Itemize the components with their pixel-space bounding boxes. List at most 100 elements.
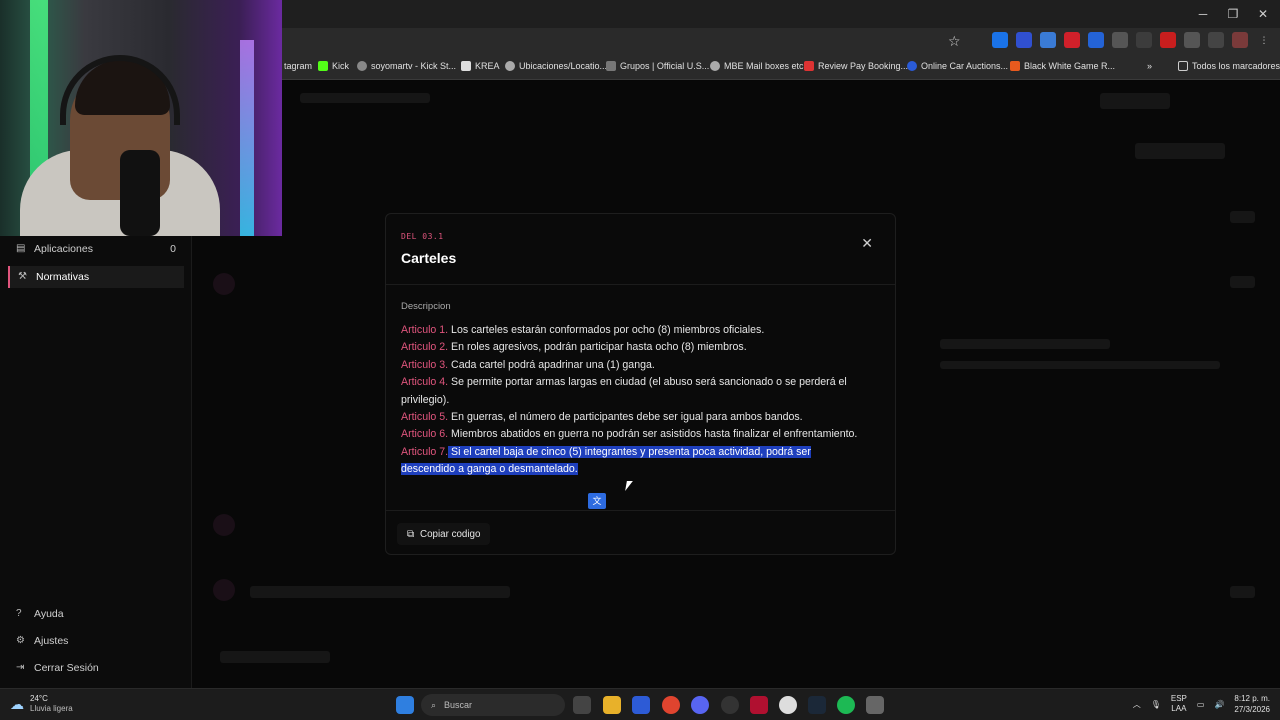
bookmark-item[interactable]: tagram	[284, 61, 312, 71]
article-label: Articulo 5.	[401, 411, 449, 424]
spotify-icon[interactable]	[837, 696, 855, 714]
chrome-icon[interactable]	[662, 696, 680, 714]
background-placeholder	[1230, 276, 1255, 288]
article-label: Articulo 3.	[401, 358, 449, 371]
article-item: Articulo 4. Se permite portar armas larg…	[401, 374, 861, 409]
webcam-overlay	[0, 0, 282, 236]
folder-icon	[1178, 61, 1188, 71]
file-explorer-icon[interactable]	[603, 696, 621, 714]
extension-icon[interactable]	[1136, 32, 1152, 48]
globe-icon	[505, 61, 515, 71]
modal-title: Carteles	[401, 250, 457, 266]
article-item: Articulo 6. Miembros abatidos en guerra …	[401, 426, 861, 443]
bookmark-item[interactable]: Grupos | Official U.S...	[606, 61, 709, 71]
weather-condition: Lluvia ligera	[30, 704, 73, 713]
translate-popup-icon[interactable]: 文	[588, 493, 606, 509]
network-icon[interactable]: ▭	[1197, 700, 1205, 709]
background-placeholder	[213, 514, 235, 536]
extension-icon[interactable]	[1064, 32, 1080, 48]
bookmark-item[interactable]: MBE Mail boxes etc	[710, 61, 804, 71]
puzzle-icon[interactable]	[1208, 32, 1224, 48]
bookmark-item[interactable]: Review Pay Booking...	[804, 61, 908, 71]
clock[interactable]: 8:12 p. m. 27/3/2026	[1234, 693, 1270, 715]
bookmark-item[interactable]: Ubicaciones/Locatio...	[505, 61, 607, 71]
weather-text: 24°C Lluvia ligera	[30, 694, 73, 714]
article-label: Articulo 1.	[401, 324, 449, 336]
extension-icon[interactable]	[1184, 32, 1200, 48]
close-icon[interactable]: ✕	[861, 235, 873, 252]
sidebar-item-ajustes[interactable]: ⚙ Ajustes	[8, 630, 184, 652]
adblock-icon[interactable]	[1160, 32, 1176, 48]
search-icon: ⌕	[431, 699, 437, 710]
sidebar-item-ayuda[interactable]: ? Ayuda	[8, 603, 184, 625]
minimize-icon[interactable]: ─	[1188, 4, 1218, 24]
article-item: Articulo 2. En roles agresivos, podrán p…	[401, 339, 861, 356]
close-window-icon[interactable]: ✕	[1248, 4, 1278, 24]
restore-icon[interactable]: ❐	[1218, 4, 1248, 24]
more-bookmarks-button[interactable]: »	[1147, 61, 1152, 71]
windows-taskbar: ☁ 24°C Lluvia ligera ⌕ Buscar ︿ 🎙 ESP LA…	[0, 688, 1280, 720]
language-code: ESP	[1170, 694, 1187, 703]
all-bookmarks-folder[interactable]: Todos los marcadores	[1178, 61, 1280, 71]
discord-icon[interactable]	[691, 696, 709, 714]
obs-icon[interactable]	[779, 696, 797, 714]
app-icon[interactable]	[750, 696, 768, 714]
logout-icon: ⇥	[16, 662, 25, 673]
microphone-icon[interactable]: 🎙	[1151, 700, 1161, 709]
steam-icon[interactable]	[808, 696, 826, 714]
background-placeholder	[300, 93, 430, 103]
background-placeholder	[1100, 93, 1170, 109]
bookmark-item[interactable]: soyomartv - Kick St...	[357, 61, 456, 71]
article-text: Miembros abatidos en guerra no podrán se…	[448, 428, 858, 441]
sidebar-item-cerrar-sesion[interactable]: ⇥ Cerrar Sesión	[8, 657, 184, 679]
bookmark-favicon	[357, 61, 367, 71]
sidebar-count: 0	[170, 243, 176, 255]
weather-widget[interactable]: ☁ 24°C Lluvia ligera	[10, 694, 73, 714]
menu-dots-icon[interactable]: ⋮	[1256, 32, 1272, 48]
extension-icon[interactable]	[1112, 32, 1128, 48]
globe-icon	[710, 61, 720, 71]
store-icon[interactable]	[632, 696, 650, 714]
article-label: Articulo 4.	[401, 376, 449, 389]
windows-start-icon[interactable]	[396, 696, 414, 714]
selected-article-text: Si el cartel baja de cinco (5) integrant…	[401, 445, 811, 476]
description-label: Descripcion	[401, 301, 451, 312]
bookmark-item[interactable]: Black White Game R...	[1010, 61, 1115, 71]
extension-icon[interactable]	[992, 32, 1008, 48]
bookmark-item[interactable]: Kick	[318, 61, 349, 71]
translate-extension-icon[interactable]	[1040, 32, 1056, 48]
gear-icon: ⚙	[16, 635, 25, 646]
taskbar-search[interactable]: ⌕ Buscar	[421, 694, 565, 716]
bookmark-favicon	[804, 61, 814, 71]
sidebar-item-aplicaciones[interactable]: ▤ Aplicaciones 0	[8, 238, 184, 260]
krea-icon	[461, 61, 471, 71]
bookmark-item[interactable]: KREA	[461, 61, 500, 71]
sidebar-item-normativas[interactable]: ⚒ Normativas	[8, 266, 184, 288]
extension-icons: ⋮	[992, 32, 1272, 48]
background-placeholder	[213, 579, 235, 601]
background-placeholder	[213, 273, 235, 295]
extension-icon[interactable]	[1016, 32, 1032, 48]
language-indicator[interactable]: ESP LAA	[1171, 694, 1187, 714]
chevron-up-icon[interactable]: ︿	[1133, 699, 1141, 710]
led-light	[240, 40, 254, 236]
volume-icon[interactable]: 🔊	[1214, 700, 1224, 709]
background-placeholder	[940, 339, 1110, 349]
article-label: Articulo 2.	[401, 341, 449, 354]
article-list: Articulo 1. Los carteles estarán conform…	[401, 322, 861, 479]
profile-icon[interactable]	[1232, 32, 1248, 48]
background-placeholder	[250, 586, 510, 598]
extension-icon[interactable]	[1088, 32, 1104, 48]
app-icon[interactable]	[721, 696, 739, 714]
bookmark-item[interactable]: Online Car Auctions...	[907, 61, 1008, 71]
background-placeholder	[940, 361, 1220, 369]
article-item: Articulo 5. En guerras, el número de par…	[401, 409, 861, 426]
keyboard-layout: LAA	[1171, 704, 1187, 713]
bookmark-star-icon[interactable]: ☆	[948, 33, 961, 50]
task-view-icon[interactable]	[573, 696, 591, 714]
settings-icon[interactable]	[866, 696, 884, 714]
copy-code-button[interactable]: ⧉ Copiar codigo	[397, 523, 491, 545]
link-icon	[606, 61, 616, 71]
divider	[386, 510, 895, 511]
date: 27/3/2026	[1234, 705, 1270, 714]
